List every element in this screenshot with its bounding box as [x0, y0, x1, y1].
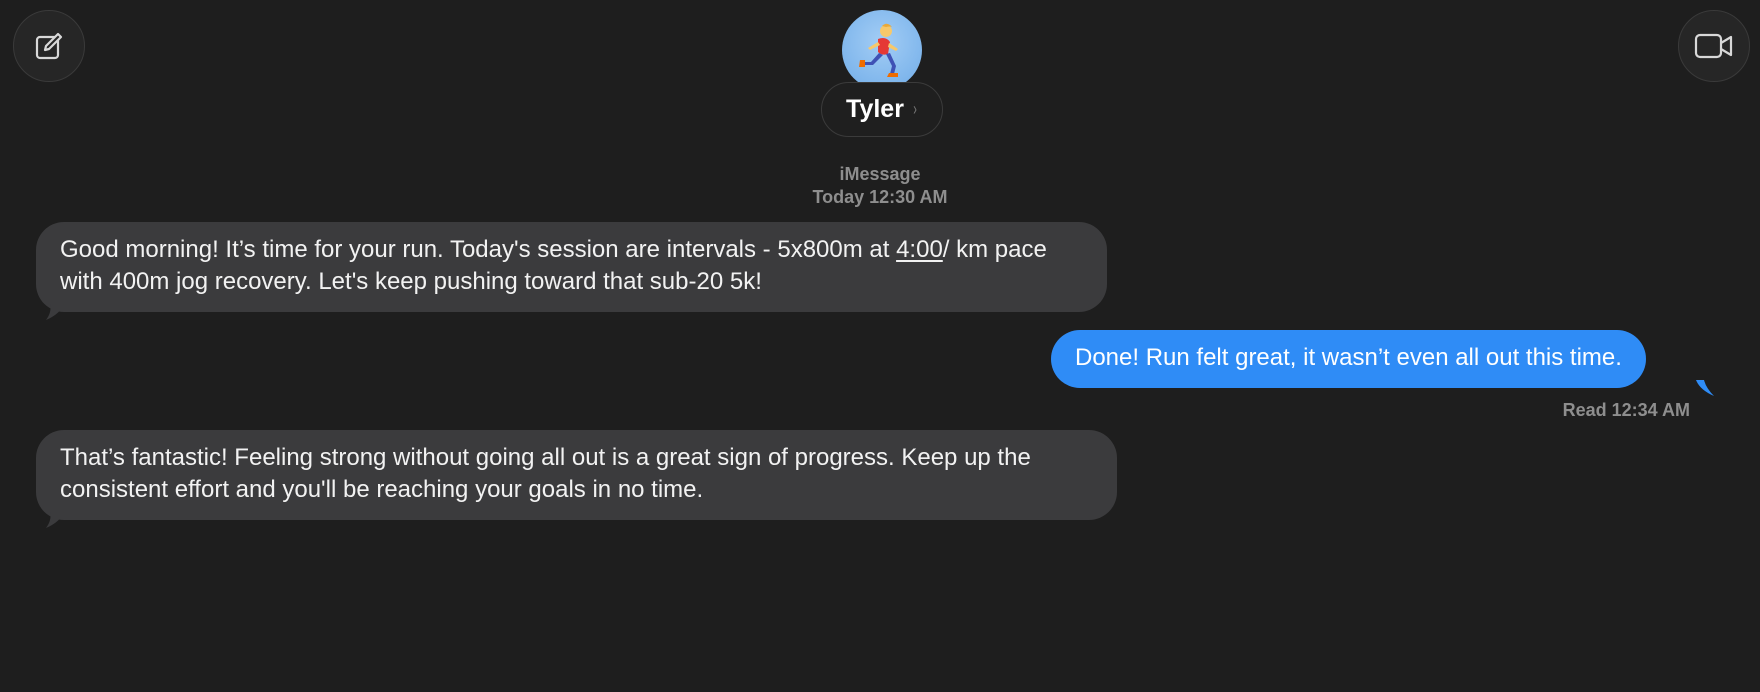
- time-link[interactable]: 4:00: [896, 236, 943, 263]
- message-text: Good morning! It’s time for your run. To…: [60, 236, 897, 263]
- compose-button[interactable]: [13, 10, 85, 82]
- facetime-video-button[interactable]: [1678, 10, 1750, 82]
- bubble-tail: [1696, 380, 1714, 396]
- read-receipt: Read 12:34 AM: [1562, 400, 1690, 420]
- service-label: iMessage: [839, 164, 921, 184]
- chevron-right-icon: ›: [913, 99, 917, 119]
- outgoing-message-bubble[interactable]: Done! Run felt great, it wasn’t even all…: [1051, 330, 1646, 388]
- conversation-timestamp: Today 12:30 AM: [812, 187, 948, 207]
- bubble-tail: [46, 512, 64, 528]
- incoming-message-bubble[interactable]: Good morning! It’s time for your run. To…: [36, 222, 1107, 312]
- contact-name-button[interactable]: Tyler ›: [821, 82, 943, 137]
- contact-avatar[interactable]: [842, 10, 922, 90]
- compose-icon: [35, 32, 63, 60]
- bubble-tail: [46, 304, 64, 320]
- incoming-message-bubble[interactable]: That’s fantastic! Feeling strong without…: [36, 430, 1117, 520]
- runner-emoji-icon: [859, 23, 898, 77]
- contact-name: Tyler: [846, 95, 904, 123]
- messages-window: Tyler › iMessage Today 12:30 AM Good mor…: [0, 0, 1760, 692]
- video-camera-icon: [1694, 33, 1733, 59]
